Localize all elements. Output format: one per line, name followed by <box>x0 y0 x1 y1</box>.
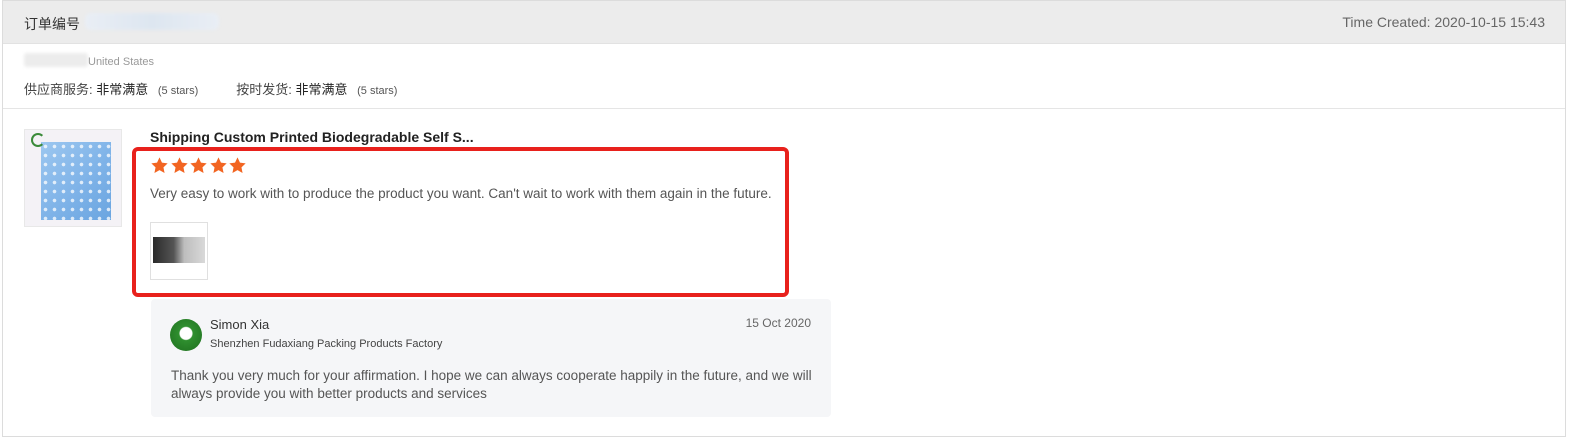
buyer-name-redacted <box>24 53 88 67</box>
star-icon <box>229 157 246 173</box>
rating-on-time-shipment: 按时发货: 非常满意 (5 stars) <box>236 79 397 98</box>
review-photo-thumbnail[interactable] <box>150 222 208 280</box>
supplier-avatar <box>170 319 202 351</box>
review-star-rating <box>150 156 248 175</box>
product-title-link[interactable]: Shipping Custom Printed Biodegradable Se… <box>150 129 474 145</box>
time-created: Time Created: 2020-10-15 15:43 <box>1342 14 1545 30</box>
review-photo-image <box>153 237 205 263</box>
rating-label: 供应商服务: <box>24 82 93 97</box>
order-number-label: 订单编号 <box>24 16 80 32</box>
section-divider <box>3 108 1565 109</box>
rating-value: 非常满意 <box>295 82 348 97</box>
rating-supplier-service: 供应商服务: 非常满意 (5 stars) <box>24 79 198 98</box>
product-image[interactable] <box>24 129 122 227</box>
supplier-reply: Simon Xia Shenzhen Fudaxiang Packing Pro… <box>151 299 831 417</box>
supplier-ratings: 供应商服务: 非常满意 (5 stars) 按时发货: 非常满意 (5 star… <box>24 79 435 98</box>
star-icon <box>209 157 227 173</box>
leaf-icon <box>31 133 45 147</box>
reply-author-name: Simon Xia <box>210 317 270 332</box>
star-icon <box>190 157 207 173</box>
rating-value: 非常满意 <box>96 82 149 97</box>
star-icon <box>151 157 168 173</box>
reply-company-name: Shenzhen Fudaxiang Packing Products Fact… <box>210 338 443 350</box>
mailer-bag-graphic <box>41 142 111 220</box>
review-text: Very easy to work with to produce the pr… <box>150 186 772 201</box>
rating-stars-note: (5 stars) <box>357 85 398 97</box>
rating-label: 按时发货: <box>236 82 292 97</box>
order-header: 订单编号 Time Created: 2020-10-15 15:43 <box>3 1 1565 44</box>
buyer-country: United States <box>88 56 155 68</box>
rating-stars-note: (5 stars) <box>157 85 199 97</box>
reply-date: 15 Oct 2020 <box>745 316 811 330</box>
star-icon <box>170 157 188 173</box>
order-number-redacted <box>85 13 219 30</box>
reply-text: Thank you very much for your affirmation… <box>171 368 812 401</box>
review-card: 订单编号 Time Created: 2020-10-15 15:43 Unit… <box>2 0 1566 437</box>
